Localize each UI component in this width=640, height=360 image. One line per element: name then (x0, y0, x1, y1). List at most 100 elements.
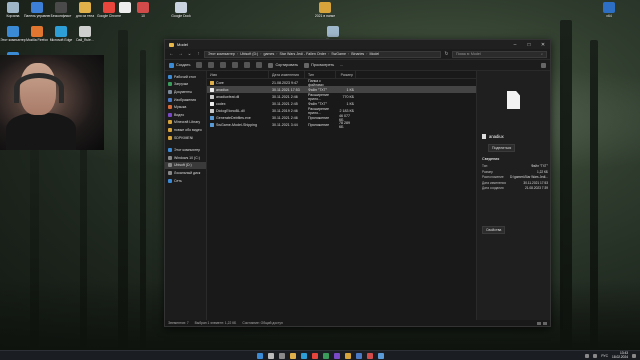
column-date[interactable]: Дата изменения (269, 71, 305, 78)
details-view-icon[interactable] (537, 321, 541, 325)
taskbar-app-icon[interactable] (377, 352, 384, 359)
breadcrumb-item[interactable]: Этот компьютер (208, 52, 235, 56)
desktop-icon[interactable]: Панель управления (24, 2, 50, 18)
nav-item[interactable]: Изображения (165, 96, 206, 104)
desktop-icon[interactable]: Корзина (0, 2, 26, 18)
language-indicator[interactable]: РУС (601, 354, 608, 358)
paste-icon[interactable] (220, 62, 227, 68)
chevron-down-icon[interactable]: ⌄ (186, 51, 193, 58)
close-button[interactable]: ✕ (536, 40, 550, 49)
desktop-icon[interactable]: 2021 в папке (312, 2, 338, 18)
desktop-icon[interactable]: Google Dock (168, 2, 194, 18)
desktop-icon[interactable]: Microsoft Edge (48, 26, 74, 42)
back-arrow-icon[interactable]: ← (168, 51, 175, 58)
breadcrumb-item[interactable]: SwGame (331, 52, 346, 56)
taskbar-app-icon[interactable] (366, 352, 373, 359)
copy-icon[interactable] (208, 62, 215, 68)
desktop-icon[interactable]: Этот компьютер (0, 26, 26, 42)
taskbar-app-icon[interactable] (300, 352, 307, 359)
taskbar-app-icon[interactable] (355, 352, 362, 359)
file-row[interactable]: anadiuxfeat.dll 30.11.2021 2:46 Расширение… (207, 93, 476, 101)
nav-item[interactable]: Загрузки (165, 81, 206, 89)
breadcrumb-item[interactable]: Model (369, 52, 379, 56)
breadcrumb[interactable]: Этот компьютер › Ubisoft (D:) › games › Star W… (204, 50, 441, 58)
cut-icon[interactable] (196, 62, 203, 68)
nav-item[interactable]: SDPKIMENI (165, 134, 206, 142)
taskbar-app-icon[interactable] (344, 352, 351, 359)
delete-icon[interactable] (256, 62, 263, 68)
desktop-icon[interactable]: 10 (130, 2, 156, 18)
breadcrumb-separator-icon: › (366, 52, 368, 56)
view-button[interactable]: Просмотреть (304, 62, 334, 68)
file-icon (210, 80, 214, 85)
nav-item[interactable]: Этот компьютер (165, 146, 206, 154)
nav-item-label: Видео (174, 112, 185, 117)
desktop-icon[interactable]: Бесконфликт (48, 2, 74, 18)
column-size[interactable]: Размер (336, 71, 356, 78)
file-date: 30.11.2021 17:53 (272, 87, 300, 92)
share-icon[interactable] (244, 62, 251, 68)
column-type[interactable]: Тип (305, 71, 336, 78)
taskbar-app-icon[interactable] (278, 352, 285, 359)
app-icon (603, 2, 615, 13)
notifications-icon[interactable] (632, 354, 636, 358)
file-row[interactable]: codex 30.11.2021 2:45 Файл "TXT" 1 КБ (207, 100, 476, 107)
taskbar-app-icon[interactable] (267, 352, 274, 359)
share-button[interactable]: Поделиться (488, 144, 516, 152)
desktop-icon[interactable]: Mozilla Firefox (24, 26, 50, 42)
nav-item-icon (168, 163, 172, 168)
file-size: 1 КБ (346, 101, 354, 106)
nav-item[interactable]: Музыка (165, 103, 206, 111)
more-button[interactable]: ... (340, 63, 343, 67)
taskbar-app-icon[interactable] (322, 352, 329, 359)
breadcrumb-item[interactable]: Binaries (351, 52, 364, 56)
nav-item[interactable]: Рабочий стол (165, 73, 206, 81)
clock[interactable]: 13:43 18.02.2024 (612, 351, 628, 360)
sort-button[interactable]: Сортировать (268, 62, 299, 68)
desktop-icon[interactable]: для из тела (72, 2, 98, 18)
nav-item[interactable]: Windows 10 (C:) (165, 154, 206, 162)
file-row[interactable]: Core 21.08.2023 9:47 Папка с файлами (207, 79, 476, 87)
rename-icon[interactable] (232, 62, 239, 68)
breadcrumb-item[interactable]: Star Wars Jedi - Fallen Order (279, 52, 326, 56)
search-input[interactable]: Поиск в: Model ⌕ (452, 50, 547, 58)
volume-icon[interactable] (593, 354, 598, 358)
nav-item-icon (168, 155, 172, 160)
up-arrow-icon[interactable]: ↑ (195, 51, 202, 58)
file-row[interactable]: SwGame-Model-Shipping 30.11.2021 3:44 Прил… (207, 121, 476, 129)
file-size: 770 КБ (342, 94, 354, 99)
app-icon (7, 2, 19, 13)
minimize-button[interactable]: – (508, 40, 522, 49)
nav-item[interactable]: Ubisoft (D:) (165, 161, 206, 170)
desktop-icon[interactable]: Dall_Rule... (72, 26, 98, 42)
forward-arrow-icon[interactable]: → (177, 51, 184, 58)
file-rows: Core 21.08.2023 9:47 Папка с файлами anadiu… (207, 79, 476, 129)
explorer-window[interactable]: Model – □ ✕ ← → ⌄ ↑ Этот компьютер › Ubiso… (164, 39, 551, 327)
taskbar-app-icon[interactable] (311, 352, 318, 359)
nav-item[interactable]: Локальный диск (165, 169, 206, 177)
maximize-button[interactable]: □ (522, 40, 536, 49)
nav-item[interactable]: Документы (165, 88, 206, 96)
desktop-icon-label: Этот компьютер (0, 38, 26, 42)
file-row[interactable]: anadiux 30.11.2021 17:53 Файл "TXT" 1 КБ (207, 86, 476, 93)
column-name[interactable]: Имя (207, 71, 269, 78)
taskbar-app-icon[interactable] (289, 352, 296, 359)
nav-item[interactable]: Видео (165, 111, 206, 119)
desktop-icon[interactable]: x64 (596, 2, 622, 18)
nav-item[interactable]: новые обо видео (165, 126, 206, 134)
selection-info: Выбран 1 элемент: 1,22 КБ (194, 321, 237, 325)
sort-label: Сортировать (275, 63, 299, 67)
nav-item[interactable]: Сеть (165, 177, 206, 185)
breadcrumb-item[interactable]: Ubisoft (D:) (240, 52, 258, 56)
taskbar-app-icon[interactable] (333, 352, 340, 359)
nav-item[interactable]: Minecraft Library (165, 119, 206, 127)
create-button[interactable]: Создать (169, 62, 190, 68)
taskbar-app-icon[interactable] (256, 352, 263, 359)
title-bar[interactable]: Model – □ ✕ (165, 40, 550, 49)
details-pane-button[interactable] (541, 62, 546, 68)
breadcrumb-item[interactable]: games (263, 52, 274, 56)
network-icon[interactable] (585, 354, 590, 358)
refresh-icon[interactable]: ↻ (443, 51, 450, 58)
tiles-view-icon[interactable] (543, 321, 547, 325)
properties-button[interactable]: Свойства (482, 226, 506, 234)
